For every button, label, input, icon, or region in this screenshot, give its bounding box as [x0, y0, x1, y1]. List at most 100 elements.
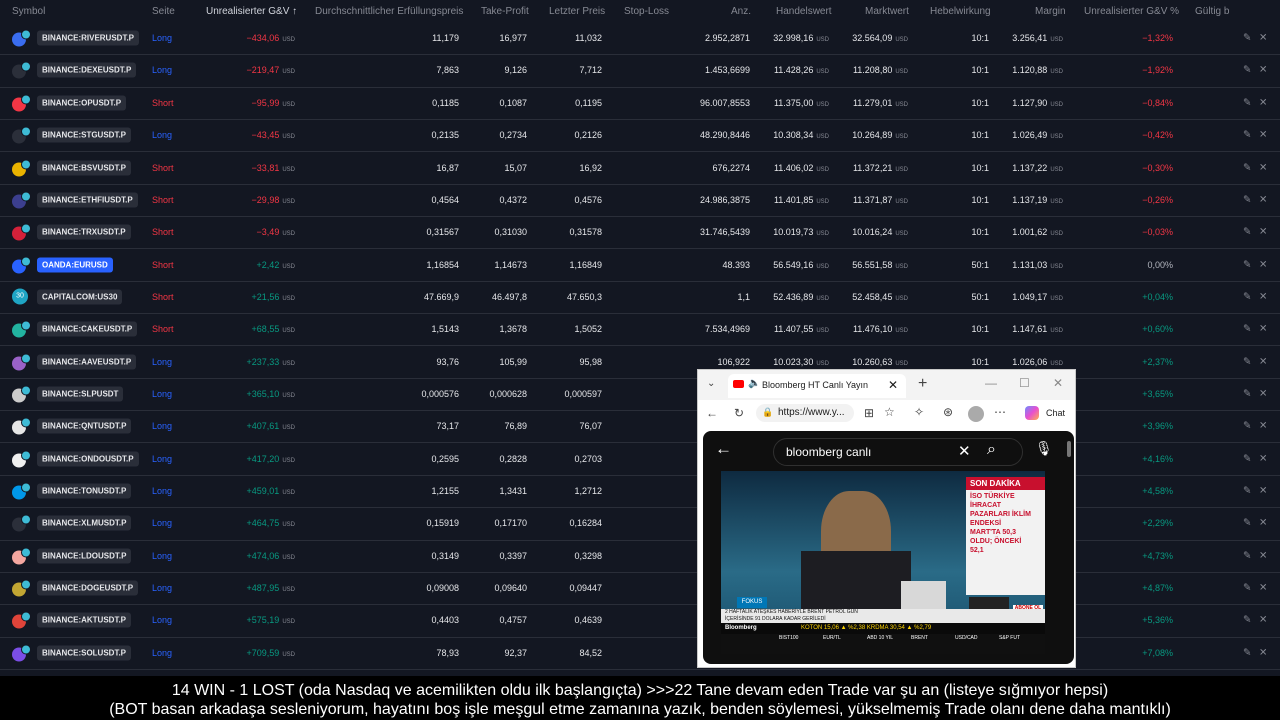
close-position-icon[interactable]: ✕ — [1259, 162, 1267, 173]
close-position-icon[interactable]: ✕ — [1259, 324, 1267, 335]
table-row[interactable]: BINANCE:DOGEUSDT.P Long +487,95 USD 0,09008 0… — [0, 572, 1280, 606]
refresh-icon[interactable]: ↻ — [734, 406, 744, 420]
symbol-badge[interactable]: BINANCE:TONUSDT.P — [37, 483, 132, 499]
edit-icon[interactable]: ✎ — [1243, 518, 1251, 529]
symbol-badge[interactable]: BINANCE:LDOUSDT.P — [37, 548, 132, 564]
col-unrealized-pnl[interactable]: Unrealisierter G&V ↑ — [206, 6, 297, 17]
symbol-badge[interactable]: BINANCE:AAVEUSDT.P — [37, 354, 137, 370]
edit-icon[interactable]: ✎ — [1243, 421, 1251, 432]
more-icon[interactable]: ⋯ — [994, 405, 1006, 419]
audio-icon[interactable]: 🔈 — [748, 378, 760, 389]
symbol-badge[interactable]: BINANCE:DEXEUSDT.P — [37, 62, 137, 78]
symbol-badge[interactable]: BINANCE:STGUSDT.P — [37, 127, 132, 143]
collections-icon[interactable]: ⊛ — [943, 405, 953, 419]
symbol-badge[interactable]: OANDA:EURUSD — [37, 257, 113, 273]
edit-icon[interactable]: ✎ — [1243, 291, 1251, 302]
table-row[interactable]: BINANCE:LDOUSDT.P Long +474,06 USD 0,3149 0,3… — [0, 540, 1280, 573]
close-position-icon[interactable]: ✕ — [1259, 356, 1267, 367]
maximize-icon[interactable]: ☐ — [1019, 376, 1030, 390]
close-position-icon[interactable]: ✕ — [1259, 453, 1267, 464]
edit-icon[interactable]: ✎ — [1243, 615, 1251, 626]
symbol-badge[interactable]: BINANCE:XLMUSDT.P — [37, 515, 132, 531]
copilot-icon[interactable] — [1025, 406, 1039, 420]
close-position-icon[interactable]: ✕ — [1259, 130, 1267, 141]
table-row[interactable]: BINANCE:RIVERUSDT.P Long −434,06 USD 11,179 1… — [0, 22, 1280, 56]
table-row[interactable]: BINANCE:AAVEUSDT.P Long +237,33 USD 93,76 105… — [0, 346, 1280, 379]
symbol-badge[interactable]: BINANCE:BSVUSDT.P — [37, 160, 132, 176]
col-trade-value[interactable]: Handelswert — [776, 6, 832, 17]
table-row[interactable]: BINANCE:SOLUSDT.P Long +709,59 USD 78,93 92,3… — [0, 637, 1280, 670]
table-row[interactable]: OANDA:EURUSD Short +2,42 USD 1,16854 1,14673 1… — [0, 248, 1280, 282]
browser-tab[interactable]: 🔈 Bloomberg HT Canlı Yayın ✕ — [728, 374, 906, 398]
edit-icon[interactable]: ✎ — [1243, 162, 1251, 173]
col-market-value[interactable]: Marktwert — [865, 6, 909, 17]
table-row[interactable]: BINANCE:QNTUSDT.P Long +407,61 USD 73,17 76,8… — [0, 410, 1280, 444]
table-row[interactable]: 30 CAPITALCOM:US30 Short +21,56 USD 47.669,9 4… — [0, 281, 1280, 315]
search-icon[interactable]: ⌕ — [987, 441, 996, 459]
col-last-price[interactable]: Letzter Preis — [549, 6, 605, 17]
col-margin[interactable]: Margin — [1035, 6, 1066, 17]
close-position-icon[interactable]: ✕ — [1259, 33, 1267, 44]
edit-icon[interactable]: ✎ — [1243, 324, 1251, 335]
col-avg-fill[interactable]: Durchschnittlicher Erfüllungspreis — [315, 6, 463, 17]
symbol-badge[interactable]: BINANCE:ONDOUSDT.P — [37, 451, 139, 467]
table-row[interactable]: BINANCE:STGUSDT.P Long −43,45 USD 0,2135 0,27… — [0, 119, 1280, 153]
symbol-badge[interactable]: BINANCE:TRXUSDT.P — [37, 224, 131, 240]
edit-icon[interactable]: ✎ — [1243, 130, 1251, 141]
close-position-icon[interactable]: ✕ — [1259, 291, 1267, 302]
table-row[interactable]: BINANCE:ETHFIUSDT.P Short −29,98 USD 0,4564 0… — [0, 184, 1280, 218]
close-position-icon[interactable]: ✕ — [1259, 486, 1267, 497]
table-row[interactable]: BINANCE:SLPUSDT Long +365,10 USD 0,000576 0,0… — [0, 378, 1280, 412]
col-symbol[interactable]: Symbol — [12, 6, 45, 17]
edit-icon[interactable]: ✎ — [1243, 65, 1251, 76]
symbol-badge[interactable]: BINANCE:RIVERUSDT.P — [37, 30, 140, 46]
col-unrealized-pct[interactable]: Unrealisierter G&V % — [1084, 6, 1179, 17]
col-qty[interactable]: Anz. — [731, 6, 751, 17]
close-tab-icon[interactable]: ✕ — [888, 378, 898, 392]
symbol-badge[interactable]: BINANCE:ETHFIUSDT.P — [37, 192, 138, 208]
minimize-icon[interactable]: — — [985, 376, 997, 390]
edit-icon[interactable]: ✎ — [1243, 388, 1251, 399]
close-window-icon[interactable]: ✕ — [1053, 376, 1063, 390]
split-screen-icon[interactable]: ⊞ — [864, 406, 874, 420]
close-position-icon[interactable]: ✕ — [1259, 65, 1267, 76]
col-valid-until[interactable]: Gültig b — [1195, 6, 1229, 17]
clear-search-icon[interactable]: ✕ — [958, 442, 971, 460]
edit-icon[interactable]: ✎ — [1243, 583, 1251, 594]
table-row[interactable]: BINANCE:CAKEUSDT.P Short +68,55 USD 1,5143 1,… — [0, 313, 1280, 347]
table-row[interactable]: BINANCE:TRXUSDT.P Short −3,49 USD 0,31567 0,3… — [0, 216, 1280, 250]
symbol-badge[interactable]: CAPITALCOM:US30 — [37, 289, 123, 305]
search-input[interactable]: bloomberg canlı ✕ ⌕ — [773, 438, 1023, 466]
table-row[interactable]: BINANCE:OPUSDT.P Short −95,99 USD 0,1185 0,10… — [0, 87, 1280, 120]
extensions-icon[interactable]: ✧ — [914, 405, 924, 419]
col-stop-loss[interactable]: Stop-Loss — [624, 6, 669, 17]
symbol-badge[interactable]: BINANCE:SLPUSDT — [37, 386, 124, 402]
edit-icon[interactable]: ✎ — [1243, 227, 1251, 238]
close-position-icon[interactable]: ✕ — [1259, 194, 1267, 205]
video-thumbnail[interactable]: SON DAKİKA İSO TÜRKİYE İHRACAT PAZARLARI İ… — [721, 471, 1045, 654]
close-position-icon[interactable]: ✕ — [1259, 518, 1267, 529]
edit-icon[interactable]: ✎ — [1243, 97, 1251, 108]
close-position-icon[interactable]: ✕ — [1259, 550, 1267, 561]
chat-button[interactable]: Chat — [1046, 408, 1065, 418]
symbol-badge[interactable]: BINANCE:DOGEUSDT.P — [37, 580, 139, 596]
close-position-icon[interactable]: ✕ — [1259, 421, 1267, 432]
edit-icon[interactable]: ✎ — [1243, 194, 1251, 205]
col-take-profit[interactable]: Take-Profit — [481, 6, 529, 17]
table-row[interactable]: BINANCE:ONDOUSDT.P Long +417,20 USD 0,2595 0,… — [0, 443, 1280, 476]
symbol-badge[interactable]: BINANCE:SOLUSDT.P — [37, 645, 132, 661]
tab-list-icon[interactable]: ⌄ — [707, 378, 715, 389]
table-row[interactable]: BINANCE:DEXEUSDT.P Long −219,47 USD 7,863 9,1… — [0, 54, 1280, 88]
symbol-badge[interactable]: BINANCE:CAKEUSDT.P — [37, 321, 138, 337]
edit-icon[interactable]: ✎ — [1243, 486, 1251, 497]
edit-icon[interactable]: ✎ — [1243, 453, 1251, 464]
edit-icon[interactable]: ✎ — [1243, 259, 1251, 270]
profile-avatar[interactable] — [968, 406, 984, 422]
new-tab-icon[interactable]: + — [918, 375, 927, 393]
edit-icon[interactable]: ✎ — [1243, 356, 1251, 367]
table-row[interactable]: BINANCE:XLMUSDT.P Long +464,75 USD 0,15919 0,… — [0, 507, 1280, 541]
table-row[interactable]: BINANCE:TONUSDT.P Long +459,01 USD 1,2155 1,3… — [0, 475, 1280, 509]
table-row[interactable]: BINANCE:BSVUSDT.P Short −33,81 USD 16,87 15,0… — [0, 151, 1280, 185]
close-position-icon[interactable]: ✕ — [1259, 615, 1267, 626]
close-position-icon[interactable]: ✕ — [1259, 388, 1267, 399]
